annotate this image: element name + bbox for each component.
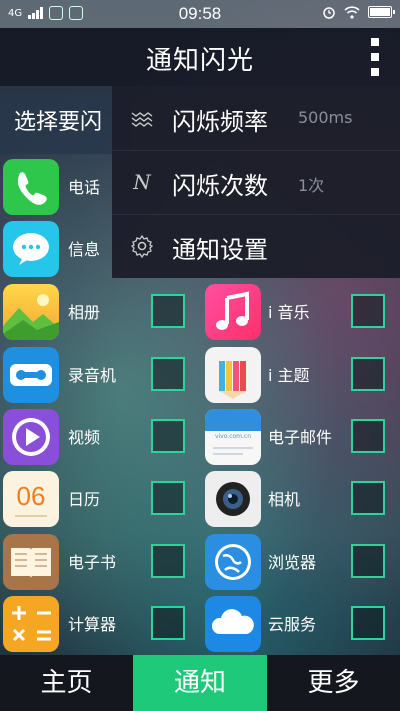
select-apps-header: 选择要闪 <box>0 92 130 154</box>
app-item-browser[interactable]: 浏览器 <box>200 531 400 593</box>
app-label: 相机 <box>268 490 301 509</box>
app-row: 录音机 i 主题 <box>0 344 400 406</box>
app-label: 电子书 <box>68 553 117 572</box>
menu-item-notification-settings[interactable]: 通知设置 <box>112 214 400 278</box>
app-label: 相册 <box>68 303 101 322</box>
app-row: 电子书 浏览器 <box>0 531 400 593</box>
app-label: 日历 <box>68 490 101 509</box>
app-checkbox[interactable] <box>351 419 385 453</box>
gallery-icon <box>3 284 59 340</box>
tab-notification[interactable]: 通知 <box>133 655 267 711</box>
app-row: 相册 i 音乐 <box>0 281 400 343</box>
app-checkbox[interactable] <box>351 606 385 640</box>
n-icon: N <box>133 170 151 194</box>
app-item-calculator[interactable]: 计算器 <box>0 593 200 655</box>
app-label: 视频 <box>68 428 101 447</box>
app-checkbox[interactable] <box>151 294 185 328</box>
app-label: 电子邮件 <box>268 428 333 447</box>
title-bar: 通知闪光 <box>0 28 400 86</box>
camera-icon <box>205 471 261 527</box>
waves-icon <box>131 112 153 127</box>
music-icon <box>205 284 261 340</box>
app-checkbox[interactable] <box>351 481 385 515</box>
wifi-icon <box>344 5 360 19</box>
tab-home[interactable]: 主页 <box>0 655 133 711</box>
app-checkbox[interactable] <box>151 606 185 640</box>
menu-item-value: 500ms <box>298 108 353 127</box>
app-item-calendar[interactable]: 06 日历 <box>0 468 200 530</box>
phone-icon <box>3 159 59 215</box>
overflow-menu-button[interactable] <box>368 38 382 76</box>
menu-dot <box>371 53 379 61</box>
cloud-icon <box>205 596 261 652</box>
app-checkbox[interactable] <box>351 357 385 391</box>
app-checkbox[interactable] <box>151 544 185 578</box>
browser-icon <box>205 534 261 590</box>
message-icon <box>3 221 59 277</box>
app-row: 计算器 云服务 <box>0 593 400 655</box>
menu-item-label: 闪烁频率 <box>172 108 268 136</box>
app-label: 云服务 <box>268 615 317 634</box>
app-item-theme[interactable]: i 主题 <box>200 344 400 406</box>
app-checkbox[interactable] <box>351 544 385 578</box>
page-title: 通知闪光 <box>145 46 254 76</box>
email-icon: vivo.com.cn <box>205 409 261 465</box>
alarm-icon <box>323 7 335 19</box>
app-item-cloud[interactable]: 云服务 <box>200 593 400 655</box>
app-label: 电话 <box>68 178 101 197</box>
overflow-dropdown-menu: 闪烁频率 500ms N 闪烁次数 1次 通知设置 <box>112 86 400 278</box>
app-item-gallery[interactable]: 相册 <box>0 281 200 343</box>
battery-icon <box>368 6 395 18</box>
menu-dot <box>371 68 379 76</box>
theme-icon <box>205 347 261 403</box>
app-label: i 主题 <box>268 366 310 385</box>
menu-item-label: 通知设置 <box>172 236 268 264</box>
app-checkbox[interactable] <box>151 419 185 453</box>
app-label: 计算器 <box>68 615 117 634</box>
calendar-day: 06 <box>16 481 46 511</box>
app-label: 信息 <box>68 240 101 259</box>
app-checkbox[interactable] <box>151 357 185 391</box>
gear-icon <box>130 234 154 258</box>
email-icon-url: vivo.com.cn <box>214 433 252 440</box>
app-row: 视频 vivo.com.cn 电子邮件 <box>0 406 400 468</box>
calendar-icon: 06 <box>3 471 59 527</box>
ebook-icon <box>3 534 59 590</box>
calculator-icon <box>3 596 59 652</box>
menu-item-flash-count[interactable]: N 闪烁次数 1次 <box>112 150 400 215</box>
menu-item-flash-frequency[interactable]: 闪烁频率 500ms <box>112 86 400 151</box>
status-bar: 4G 09:58 <box>0 0 400 28</box>
menu-item-value: 1次 <box>298 176 325 195</box>
app-checkbox[interactable] <box>351 294 385 328</box>
app-label: i 音乐 <box>268 303 310 322</box>
app-item-email[interactable]: vivo.com.cn 电子邮件 <box>200 406 400 468</box>
app-row: 06 日历 相机 <box>0 468 400 530</box>
bottom-navigation: 主页 通知 更多 <box>0 655 400 711</box>
video-icon <box>3 409 59 465</box>
app-checkbox[interactable] <box>151 481 185 515</box>
app-label: 浏览器 <box>268 553 317 572</box>
tab-more[interactable]: 更多 <box>267 655 400 711</box>
app-item-ebook[interactable]: 电子书 <box>0 531 200 593</box>
app-item-recorder[interactable]: 录音机 <box>0 344 200 406</box>
app-item-music[interactable]: i 音乐 <box>200 281 400 343</box>
status-right <box>322 5 395 19</box>
app-item-camera[interactable]: 相机 <box>200 468 400 530</box>
app-label: 录音机 <box>68 366 117 385</box>
menu-item-label: 闪烁次数 <box>172 172 268 200</box>
app-item-video[interactable]: 视频 <box>0 406 200 468</box>
recorder-icon <box>3 347 59 403</box>
menu-dot <box>371 38 379 46</box>
